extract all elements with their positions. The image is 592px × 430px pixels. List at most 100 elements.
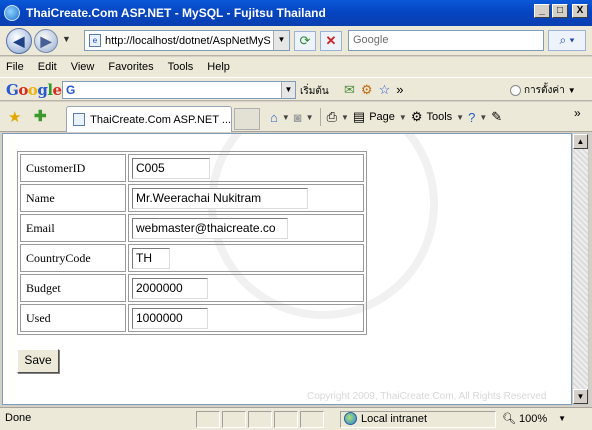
command-bar: ⌂ ▼ ◙ ▼ ⎙ ▼ ▤ Page ▼ ⚙ Tools ▼ ? ▼ ✎ bbox=[270, 108, 502, 126]
settings-label: การตั้งค่า bbox=[524, 85, 565, 96]
customer-form: CustomerID C005 Name Mr.Weerachai Nukitr… bbox=[17, 151, 367, 335]
form-row-budget: Budget 2000000 bbox=[20, 274, 364, 302]
tab-bar: ★ ✚ ThaiCreate.Com ASP.NET ... ⌂ ▼ ◙ ▼ ⎙… bbox=[0, 102, 592, 132]
tab-page-icon bbox=[73, 113, 86, 126]
home-dropdown-icon[interactable]: ▼ bbox=[282, 113, 290, 122]
favorites-star-icon[interactable]: ★ bbox=[8, 108, 21, 126]
status-pane bbox=[196, 411, 220, 428]
security-zone[interactable]: Local intranet bbox=[344, 412, 427, 425]
form-row-used: Used 1000000 bbox=[20, 304, 364, 332]
google-toolbar: Google G ▼ เริ่มต้น ✉ ⚙ ☆ » การตั้งค่า ▼ bbox=[0, 77, 592, 101]
menu-edit[interactable]: Edit bbox=[38, 61, 57, 73]
zoom-magnifier-icon: 🔍︎ bbox=[502, 413, 516, 425]
countrycode-input[interactable]: TH bbox=[132, 247, 170, 269]
page-icon: e bbox=[89, 34, 101, 47]
used-label: Used bbox=[20, 304, 126, 332]
zoom-dropdown-icon: ▼ bbox=[558, 414, 567, 423]
feeds-icon[interactable]: ◙ bbox=[294, 110, 302, 125]
menu-favorites[interactable]: Favorites bbox=[108, 61, 153, 73]
status-text: Done bbox=[5, 412, 32, 424]
form-row-countrycode: CountryCode TH bbox=[20, 244, 364, 272]
search-button[interactable]: ⌕ ▾ bbox=[548, 30, 586, 51]
status-pane bbox=[248, 411, 272, 428]
customerid-label: CustomerID bbox=[20, 154, 126, 182]
separator bbox=[319, 108, 321, 126]
page-dropdown-icon[interactable]: ▼ bbox=[399, 113, 407, 122]
address-url[interactable]: http://localhost/dotnet/AspNetMyS bbox=[105, 35, 273, 47]
status-pane bbox=[274, 411, 298, 428]
research-icon[interactable]: ✎ bbox=[491, 109, 502, 125]
address-bar[interactable]: e http://localhost/dotnet/AspNetMyS ▼ bbox=[84, 30, 290, 51]
scroll-down-icon[interactable]: ▼ bbox=[573, 389, 588, 404]
search-input[interactable]: Google bbox=[348, 30, 544, 51]
save-button[interactable]: Save bbox=[17, 349, 59, 373]
navigation-bar: ◀ ▶ ▼ e http://localhost/dotnet/AspNetMy… bbox=[0, 26, 592, 56]
tools-menu-label[interactable]: Tools bbox=[426, 111, 452, 123]
email-label: Email bbox=[20, 214, 126, 242]
window-controls: _ □ X bbox=[534, 4, 588, 18]
zone-label: Local intranet bbox=[361, 412, 428, 425]
settings-dropdown-icon: ▼ bbox=[567, 86, 576, 95]
globe-icon bbox=[344, 412, 357, 425]
back-arrow-icon: ◀ bbox=[13, 32, 25, 49]
maximize-button[interactable]: □ bbox=[552, 4, 568, 18]
zoom-control[interactable]: 🔍︎ 100% ▼ bbox=[502, 412, 567, 426]
email-input[interactable]: webmaster@thaicreate.co bbox=[132, 217, 288, 239]
tab-thaicreate[interactable]: ThaiCreate.Com ASP.NET ... bbox=[66, 106, 232, 132]
title-bar: ThaiCreate.Com ASP.NET - MySQL - Fujitsu… bbox=[0, 0, 592, 26]
refresh-button[interactable]: ⟳ bbox=[294, 31, 316, 51]
window-title: ThaiCreate.Com ASP.NET - MySQL - Fujitsu… bbox=[26, 6, 326, 20]
tools-dropdown-icon[interactable]: ▼ bbox=[456, 113, 464, 122]
menu-file[interactable]: File bbox=[6, 61, 24, 73]
used-input[interactable]: 1000000 bbox=[132, 307, 208, 329]
help-icon[interactable]: ? bbox=[468, 110, 475, 125]
tools-gear-icon: ⚙ bbox=[410, 109, 423, 124]
help-dropdown-icon[interactable]: ▼ bbox=[479, 113, 487, 122]
tab-title: ThaiCreate.Com ASP.NET ... bbox=[90, 113, 231, 126]
history-dropdown-icon[interactable]: ▼ bbox=[62, 34, 71, 44]
google-logo[interactable]: Google bbox=[6, 81, 62, 99]
form-row-name: Name Mr.Weerachai Nukitram bbox=[20, 184, 364, 212]
command-more-icon[interactable]: » bbox=[574, 106, 581, 120]
new-tab-button[interactable] bbox=[234, 108, 260, 130]
page-menu-label[interactable]: Page bbox=[369, 111, 395, 123]
close-button[interactable]: X bbox=[572, 4, 588, 18]
menu-view[interactable]: View bbox=[71, 61, 95, 73]
google-dropdown-icon[interactable]: ▼ bbox=[281, 82, 295, 98]
budget-input[interactable]: 2000000 bbox=[132, 277, 208, 299]
address-dropdown-icon[interactable]: ▼ bbox=[273, 31, 289, 50]
feeds-dropdown-icon[interactable]: ▼ bbox=[306, 113, 314, 122]
copyright-watermark: Copyright 2009, ThaiCreate.Com, All Righ… bbox=[307, 391, 547, 402]
magnifier-icon: ⌕ ▾ bbox=[559, 33, 575, 47]
menu-tools[interactable]: Tools bbox=[168, 61, 194, 73]
google-search-input[interactable]: G ▼ bbox=[62, 81, 296, 99]
add-favorite-icon[interactable]: ✚ bbox=[34, 107, 47, 125]
menu-help[interactable]: Help bbox=[207, 61, 230, 73]
form-row-customerid: CustomerID C005 bbox=[20, 154, 364, 182]
more-chevron-icon[interactable]: » bbox=[396, 82, 403, 98]
stop-button[interactable]: ✕ bbox=[320, 31, 342, 51]
page-content: CustomerID C005 Name Mr.Weerachai Nukitr… bbox=[2, 133, 572, 405]
print-dropdown-icon[interactable]: ▼ bbox=[341, 113, 349, 122]
print-icon[interactable]: ⎙ bbox=[327, 109, 337, 125]
google-tool-icons: ✉ ⚙ ☆ » bbox=[344, 82, 403, 98]
status-bar: Done Local intranet 🔍︎ 100% ▼ bbox=[0, 407, 592, 430]
star-outline-icon[interactable]: ☆ bbox=[379, 82, 391, 98]
menu-bar: File Edit View Favorites Tools Help bbox=[0, 57, 592, 77]
envelope-icon[interactable]: ✉ bbox=[344, 82, 355, 98]
home-icon[interactable]: ⌂ bbox=[270, 110, 278, 125]
name-input[interactable]: Mr.Weerachai Nukitram bbox=[132, 187, 308, 209]
google-g-icon: G bbox=[66, 83, 76, 97]
gear-icon[interactable]: ⚙ bbox=[361, 82, 373, 98]
back-button[interactable]: ◀ bbox=[6, 28, 32, 54]
vertical-scrollbar[interactable]: ▲ ▼ bbox=[572, 133, 589, 405]
minimize-button[interactable]: _ bbox=[534, 4, 550, 18]
customerid-input[interactable]: C005 bbox=[132, 157, 210, 179]
ie-icon bbox=[4, 5, 20, 21]
forward-arrow-icon: ▶ bbox=[40, 32, 52, 49]
scroll-up-icon[interactable]: ▲ bbox=[573, 134, 588, 149]
status-pane bbox=[222, 411, 246, 428]
google-settings[interactable]: การตั้งค่า ▼ bbox=[510, 83, 576, 98]
google-start-button[interactable]: เริ่มต้น bbox=[300, 84, 329, 99]
forward-button[interactable]: ▶ bbox=[34, 29, 58, 53]
